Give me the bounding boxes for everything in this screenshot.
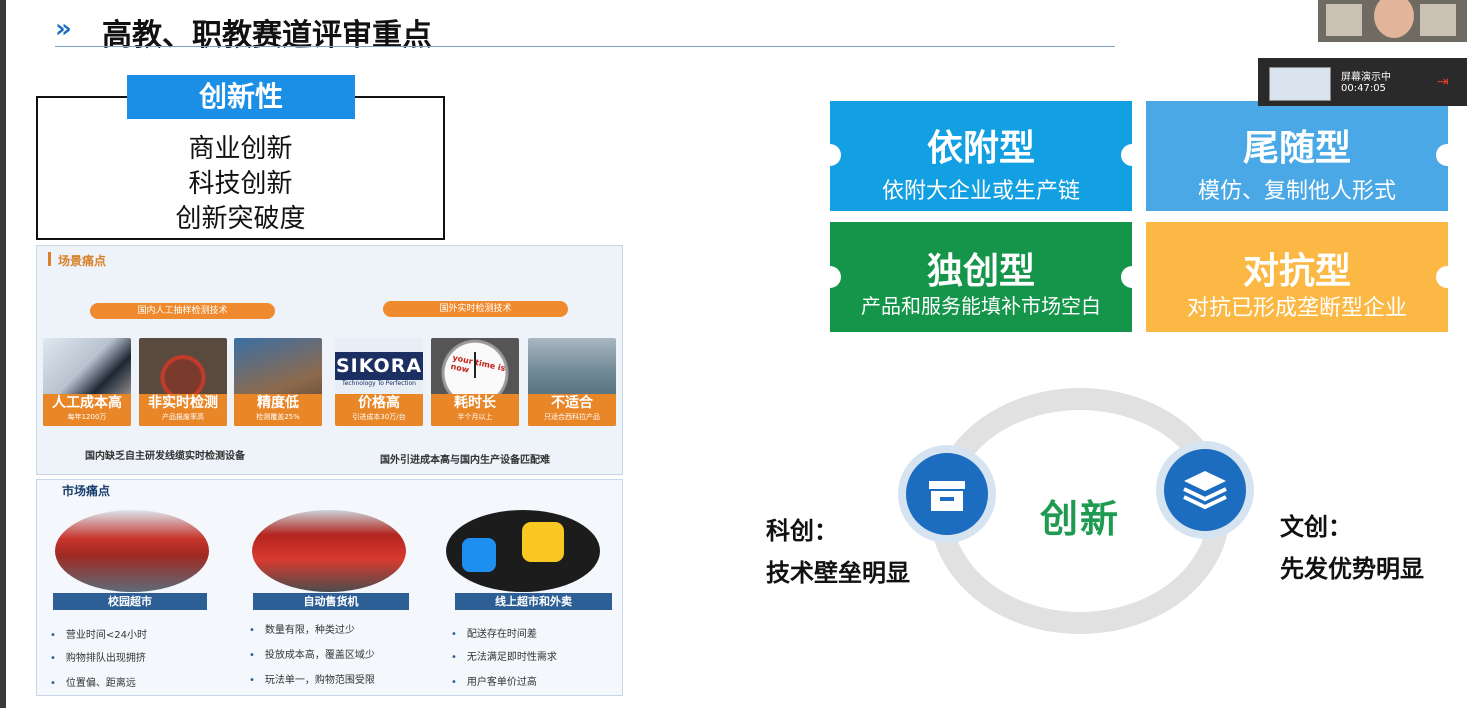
- sikora-tagline: Technology To Perfection: [342, 380, 416, 387]
- eleme-app-icon: [462, 538, 496, 572]
- clock-text: your time is now: [449, 353, 507, 375]
- puzzle-knob: [819, 266, 841, 288]
- market-tag: 自动售货机: [253, 593, 409, 610]
- screen-share-timer: 00:47:05: [1341, 83, 1386, 94]
- innovation-center-label: 创新: [1040, 497, 1121, 541]
- culture-innovation-label: 文创：: [1280, 513, 1352, 541]
- market-bullet: 数量有限，种类过少: [249, 621, 355, 636]
- photo-card-precision: 精度低 检测覆盖25%: [234, 338, 322, 426]
- puzzle-knob: [1121, 144, 1143, 166]
- market-bullet: 配送存在时间差: [451, 625, 537, 640]
- sci-innovation-label: 科创：: [766, 517, 838, 545]
- scene-pain-header: 场景痛点: [58, 254, 107, 268]
- vending-machine-photo: [252, 510, 406, 592]
- title-arrow-icon: »: [55, 14, 72, 44]
- market-tag: 校园超市: [53, 593, 207, 610]
- window-edge: [0, 0, 6, 708]
- stop-share-icon[interactable]: ⇥: [1437, 74, 1449, 90]
- market-tag: 线上超市和外卖: [455, 593, 612, 610]
- scene-header-bar: [48, 252, 51, 266]
- puzzle-knob: [1436, 266, 1458, 288]
- photo-card-time: your time is now 耗时长 半个月以上: [431, 338, 519, 426]
- photo-card-price: SIKORA Technology To Perfection 价格高 引进成本3…: [335, 338, 423, 426]
- frame-photo: [1326, 4, 1362, 36]
- foreign-tech-pill: 国外实时检测技术: [383, 301, 568, 317]
- sci-innovation-desc: 技术壁垒明显: [766, 559, 910, 587]
- innovation-tag: 创新性: [127, 75, 355, 119]
- innovation-item: 科技创新: [188, 169, 293, 199]
- photo-card-labor: 人工成本高 每年1200万: [43, 338, 131, 426]
- online-store-photo: [446, 510, 600, 592]
- presenter-face: [1374, 0, 1414, 38]
- market-bullet: 投放成本高，覆盖区域少: [249, 646, 375, 661]
- tile-dependent: 依附型 依附大企业或生产链: [830, 101, 1132, 211]
- clock-hand: [474, 352, 476, 378]
- webcam-overlay[interactable]: [1318, 0, 1467, 42]
- domestic-tech-pill: 国内人工抽样检测技术: [90, 303, 275, 319]
- puzzle-knob: [1436, 144, 1458, 166]
- layers-icon: [1156, 441, 1254, 539]
- scene-footer-left: 国内缺乏自主研发线缆实时检测设备: [85, 451, 245, 462]
- market-bullet: 玩法单一，购物范围受限: [249, 671, 375, 686]
- tile-follower: 尾随型 模仿、复制他人形式: [1146, 101, 1448, 211]
- market-bullet: 无法满足即时性需求: [451, 648, 557, 663]
- title-underline: [55, 46, 1115, 47]
- innovation-item: 创新突破度: [175, 204, 306, 234]
- frame-photo: [1420, 4, 1456, 36]
- market-bullet: 位置偏、距离远: [50, 674, 136, 689]
- market-bullet: 用户客单价过高: [451, 673, 537, 688]
- photo-card-realtime: 非实时检测 产品报废率高: [139, 338, 227, 426]
- market-pain-header: 市场痛点: [62, 484, 111, 498]
- tile-confrontation: 对抗型 对抗已形成垄断型企业: [1146, 222, 1448, 332]
- photo-card-unsuitable: 不适合 只适合西科拉产品: [528, 338, 616, 426]
- slide-title: 高教、职教赛道评审重点: [102, 18, 432, 53]
- store-icon: [898, 445, 996, 543]
- screen-share-status: 屏幕演示中: [1341, 72, 1391, 83]
- screen-share-thumbnail[interactable]: [1269, 67, 1331, 101]
- sikora-logo: SIKORA: [335, 352, 423, 380]
- innovation-item: 商业创新: [188, 134, 293, 164]
- tile-original: 独创型 产品和服务能填补市场空白: [830, 222, 1132, 332]
- culture-innovation-desc: 先发优势明显: [1280, 555, 1424, 583]
- puzzle-knob: [1121, 266, 1143, 288]
- campus-store-photo: [55, 510, 209, 592]
- market-bullet: 营业时间<24小时: [50, 626, 147, 641]
- scene-footer-right: 国外引进成本高与国内生产设备匹配难: [380, 455, 550, 466]
- market-bullet: 购物排队出现拥挤: [50, 649, 146, 664]
- meituan-app-icon: [522, 522, 564, 562]
- puzzle-knob: [819, 144, 841, 166]
